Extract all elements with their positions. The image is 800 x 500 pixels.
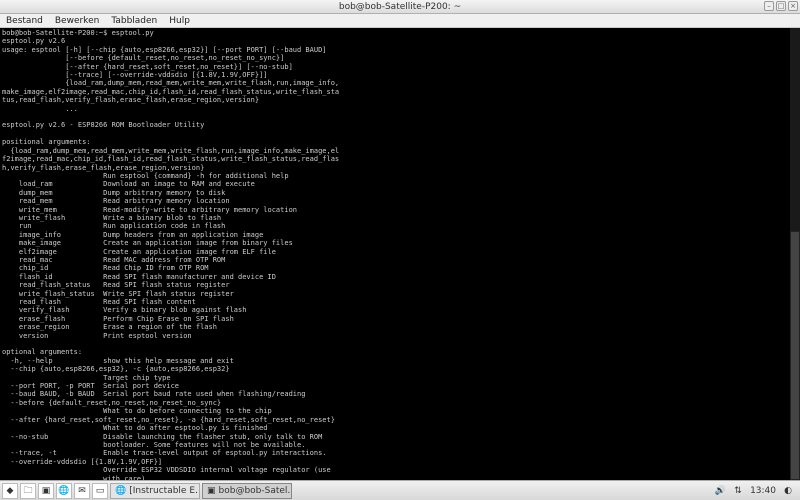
command-text: esptool.py xyxy=(112,29,154,37)
network-icon[interactable]: ⇅ xyxy=(732,485,744,497)
clock[interactable]: 13:40 xyxy=(750,486,776,496)
menu-bar: Bestand Bewerken Tabbladen Hulp xyxy=(0,14,800,28)
shell-prompt: bob@bob-Satellite-P200:~$ xyxy=(2,29,112,37)
terminal-output: esptool.py v2.6 usage: esptool [-h] [--c… xyxy=(2,37,339,480)
globe-icon: 🌐 xyxy=(115,486,126,496)
menu-tabs[interactable]: Tabbladen xyxy=(111,14,157,27)
menu-edit[interactable]: Bewerken xyxy=(55,14,99,27)
scroll-thumb[interactable] xyxy=(790,231,800,480)
scrollbar[interactable] xyxy=(790,28,800,480)
task-label: [Instructable E… xyxy=(129,486,200,496)
task-label: bob@bob-Satel… xyxy=(219,486,292,496)
terminal-icon[interactable]: ▣ xyxy=(38,483,54,499)
terminal-view[interactable]: bob@bob-Satellite-P200:~$ esptool.py esp… xyxy=(0,28,800,480)
window-title: bob@bob-Satellite-P200: ~ xyxy=(339,2,461,12)
user-menu-icon[interactable]: ◐ xyxy=(782,485,794,497)
taskbar-left: ◆ 🗀 ▣ 🌐 ✉ ▭ 🌐 [Instructable E… ▣ bob@bob… xyxy=(0,483,292,499)
taskbar-item-terminal[interactable]: ▣ bob@bob-Satel… xyxy=(202,483,292,499)
menu-file[interactable]: Bestand xyxy=(6,14,43,27)
minimize-button[interactable]: – xyxy=(764,1,774,11)
browser-icon[interactable]: 🌐 xyxy=(56,483,72,499)
taskbar: ◆ 🗀 ▣ 🌐 ✉ ▭ 🌐 [Instructable E… ▣ bob@bob… xyxy=(0,480,800,500)
taskbar-item-browser[interactable]: 🌐 [Instructable E… xyxy=(110,483,200,499)
maximize-button[interactable]: □ xyxy=(776,1,786,11)
close-button[interactable]: × xyxy=(788,1,798,11)
file-manager-icon[interactable]: 🗀 xyxy=(20,483,36,499)
window-titlebar: bob@bob-Satellite-P200: ~ – □ × xyxy=(0,0,800,14)
mail-icon[interactable]: ✉ xyxy=(74,483,90,499)
window-controls: – □ × xyxy=(764,1,798,11)
terminal-small-icon: ▣ xyxy=(207,486,216,496)
show-desktop-icon[interactable]: ▭ xyxy=(92,483,108,499)
system-tray: 🔊 ⇅ 13:40 ◐ xyxy=(714,485,800,497)
menu-help[interactable]: Hulp xyxy=(169,14,190,27)
start-menu-icon[interactable]: ◆ xyxy=(2,483,18,499)
volume-icon[interactable]: 🔊 xyxy=(714,485,726,497)
